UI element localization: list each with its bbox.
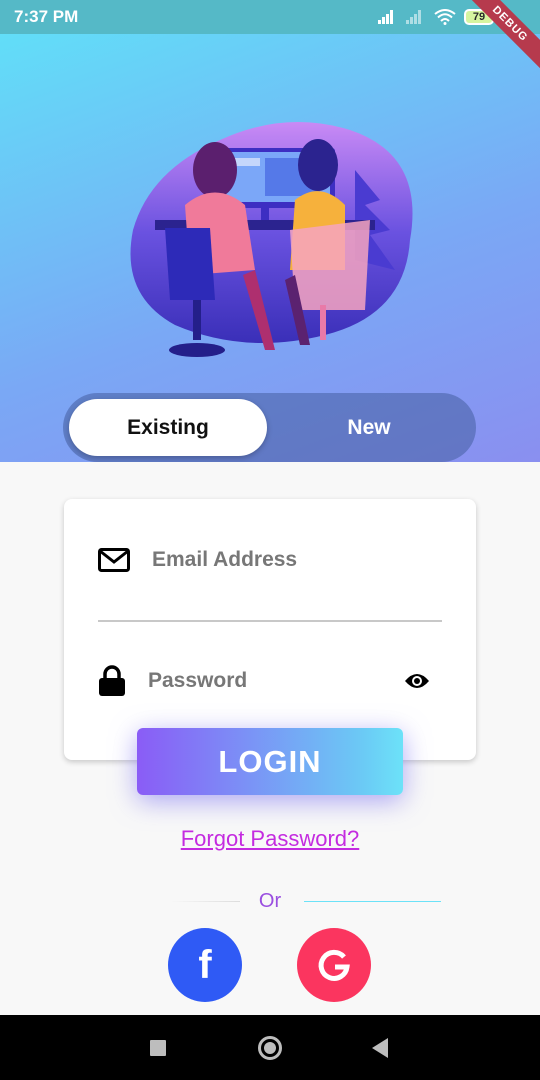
login-button[interactable]: LOGIN [137,728,403,795]
status-time: 7:37 PM [14,7,79,26]
facebook-login-button[interactable]: f [168,928,242,1002]
header-background: 7:37 PM 79 DEBUG Existing New [0,0,540,462]
or-divider: Or [0,888,540,916]
forgot-password-link[interactable]: Forgot Password? [0,826,540,852]
tab-existing[interactable]: Existing [69,399,267,456]
password-placeholder: Password [148,669,248,692]
field-divider [98,620,442,622]
wifi-icon [434,9,456,25]
back-icon[interactable] [372,1038,388,1058]
email-field[interactable]: Email Address [98,544,442,576]
home-icon[interactable] [258,1036,282,1060]
email-placeholder: Email Address [152,548,298,571]
status-bar: 7:37 PM 79 [0,0,540,34]
system-nav-bar [0,1015,540,1080]
lock-icon [99,665,125,696]
google-icon [318,949,350,981]
signal-icon [378,10,393,24]
workspace-illustration-icon [130,122,413,357]
password-field[interactable]: Password [98,665,442,697]
login-card: Email Address Password [64,499,476,760]
auth-mode-toggle: Existing New [63,393,476,462]
eye-icon[interactable] [404,672,430,690]
or-line-right [304,901,441,902]
signal-2-icon [406,10,421,24]
google-login-button[interactable] [297,928,371,1002]
recent-apps-icon[interactable] [150,1040,166,1056]
facebook-icon: f [198,942,212,987]
or-label: Or [258,890,282,912]
tab-new[interactable]: New [268,399,470,456]
envelope-icon [98,548,130,572]
